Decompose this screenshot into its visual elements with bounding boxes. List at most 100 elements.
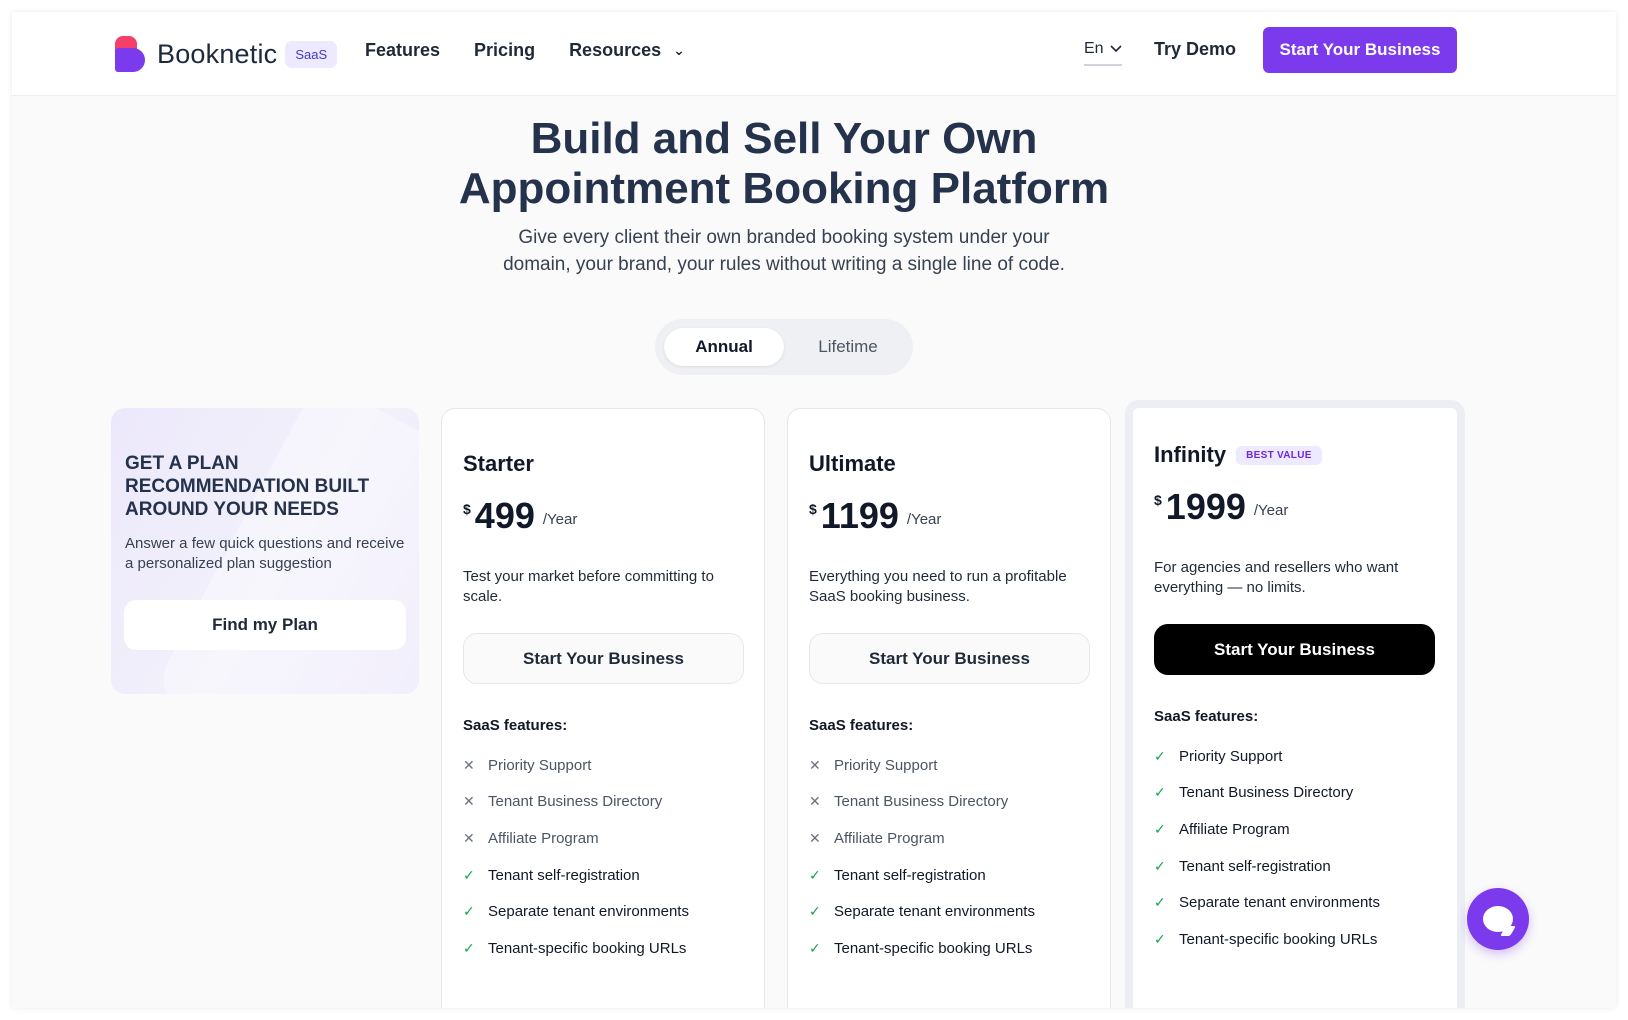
feature-label: Separate tenant environments [834,903,1035,921]
feature-item: ✓ Affiliate Program [1154,811,1436,848]
start-business-button-ultimate[interactable]: Start Your Business [809,633,1090,684]
hero-subtitle: Give every client their own branded book… [503,227,1065,275]
check-icon: ✓ [1154,820,1166,837]
recommendation-description: Answer a few quick questions and receive… [125,535,405,572]
page: Booknetic SaaS Features Pricing Resource… [12,12,1616,1008]
feature-label: Tenant self-registration [834,866,986,884]
logo-text: Booknetic [157,38,278,69]
feature-item: ✓ Separate tenant environments [809,893,1091,930]
plan-card-infinity: Infinity BEST VALUE $ 1999 /Year For age… [1125,400,1465,1008]
feature-label: Tenant self-registration [1179,857,1331,875]
plan-price: $ 1999 /Year [1154,486,1289,527]
check-icon: ✓ [809,866,821,883]
plan-description: Everything you need to run a profitable … [809,568,1067,605]
try-demo-link[interactable]: Try Demo [1154,39,1236,60]
feature-item: ✓ Tenant self-registration [463,857,745,894]
check-icon: ✓ [1154,747,1166,764]
feature-label: Separate tenant environments [488,903,689,921]
saas-badge: SaaS [285,40,338,68]
booknetic-logo-icon [115,36,145,72]
x-icon: ✕ [809,756,821,773]
nav-resources[interactable]: Resources ⌄ [569,40,685,61]
x-icon: ✕ [463,793,475,810]
check-icon: ✓ [809,939,821,956]
plan-card-ultimate: Ultimate $ 1199 /Year Everything you nee… [787,408,1111,1008]
x-icon: ✕ [463,756,475,773]
features-heading: SaaS features: [1154,708,1259,725]
chat-launcher-button[interactable] [1467,888,1529,950]
plan-price: $ 1199 /Year [809,495,942,536]
hero-title: Build and Sell Your Own Appointment Book… [458,114,1110,213]
feature-item: ✕ Affiliate Program [809,820,1091,857]
language-label: En [1084,40,1104,57]
nav-features[interactable]: Features [365,40,440,61]
check-icon: ✓ [463,903,475,920]
best-value-badge: BEST VALUE [1236,445,1322,465]
feature-item: ✓ Tenant Business Directory [1154,775,1436,812]
plan-description: For agencies and resellers who want ever… [1154,559,1399,596]
feature-label: Affiliate Program [834,829,945,847]
feature-label: Tenant Business Directory [834,793,1009,811]
feature-item: ✕ Priority Support [809,747,1091,784]
toggle-lifetime[interactable]: Lifetime [791,328,905,366]
feature-item: ✕ Priority Support [463,747,745,784]
feature-label: Tenant Business Directory [1179,784,1354,802]
start-business-header-button[interactable]: Start Your Business [1263,27,1457,73]
chevron-down-icon [1110,45,1122,53]
feature-item: ✓ Tenant self-registration [809,857,1091,894]
logo[interactable]: Booknetic SaaS [115,36,338,72]
check-icon: ✓ [1154,894,1166,911]
feature-item: ✓ Tenant self-registration [1154,848,1436,885]
plan-price: $ 499 /Year [463,495,578,536]
nav-pricing[interactable]: Pricing [474,40,535,61]
feature-item: ✕ Affiliate Program [463,820,745,857]
start-business-button-starter[interactable]: Start Your Business [463,633,744,684]
feature-label: Affiliate Program [488,829,599,847]
find-my-plan-button[interactable]: Find my Plan [124,600,406,650]
start-business-button-infinity[interactable]: Start Your Business [1154,624,1435,675]
site-header: Booknetic SaaS Features Pricing Resource… [12,12,1616,96]
feature-label: Tenant self-registration [488,866,640,884]
chevron-down-icon: ⌄ [673,42,685,58]
check-icon: ✓ [809,903,821,920]
feature-item: ✓ Priority Support [1154,738,1436,775]
recommendation-title: GET A PLAN RECOMMENDATION BUILT AROUND Y… [125,453,370,520]
billing-toggle: Annual Lifetime [655,319,913,375]
main-nav: Features Pricing Resources ⌄ [365,40,719,61]
x-icon: ✕ [809,829,821,846]
feature-item: ✓ Tenant-specific booking URLs [463,930,745,967]
feature-label: Tenant-specific booking URLs [1179,930,1378,948]
feature-list: ✕ Priority Support ✕ Tenant Business Direct… [809,747,1091,967]
feature-item: ✓ Separate tenant environments [463,893,745,930]
feature-list: ✕ Priority Support ✕ Tenant Business Direct… [463,747,745,967]
plan-name: Starter [463,451,534,476]
x-icon: ✕ [809,793,821,810]
plan-name: Ultimate [809,451,896,476]
feature-label: Priority Support [834,756,938,774]
feature-label: Priority Support [1179,747,1283,765]
feature-item: ✓ Separate tenant environments [1154,884,1436,921]
check-icon: ✓ [1154,930,1166,947]
check-icon: ✓ [1154,857,1166,874]
feature-list: ✓ Priority Support ✓ Tenant Business Direct… [1154,738,1436,958]
feature-label: Affiliate Program [1179,820,1290,838]
features-heading: SaaS features: [809,717,914,734]
plan-description: Test your market before committing to sc… [463,568,714,605]
feature-item: ✕ Tenant Business Directory [463,784,745,821]
feature-label: Priority Support [488,756,592,774]
feature-label: Tenant-specific booking URLs [834,939,1033,957]
feature-label: Tenant-specific booking URLs [488,939,687,957]
feature-item: ✕ Tenant Business Directory [809,784,1091,821]
feature-label: Separate tenant environments [1179,894,1380,912]
plan-card-starter: Starter $ 499 /Year Test your market bef… [441,408,765,1008]
check-icon: ✓ [1154,784,1166,801]
chat-icon [1483,906,1513,932]
features-heading: SaaS features: [463,717,568,734]
feature-item: ✓ Tenant-specific booking URLs [809,930,1091,967]
feature-label: Tenant Business Directory [488,793,663,811]
check-icon: ✓ [463,866,475,883]
toggle-annual[interactable]: Annual [664,328,784,366]
language-selector[interactable]: En [1084,40,1122,66]
check-icon: ✓ [463,939,475,956]
plan-name: Infinity BEST VALUE [1154,442,1322,468]
